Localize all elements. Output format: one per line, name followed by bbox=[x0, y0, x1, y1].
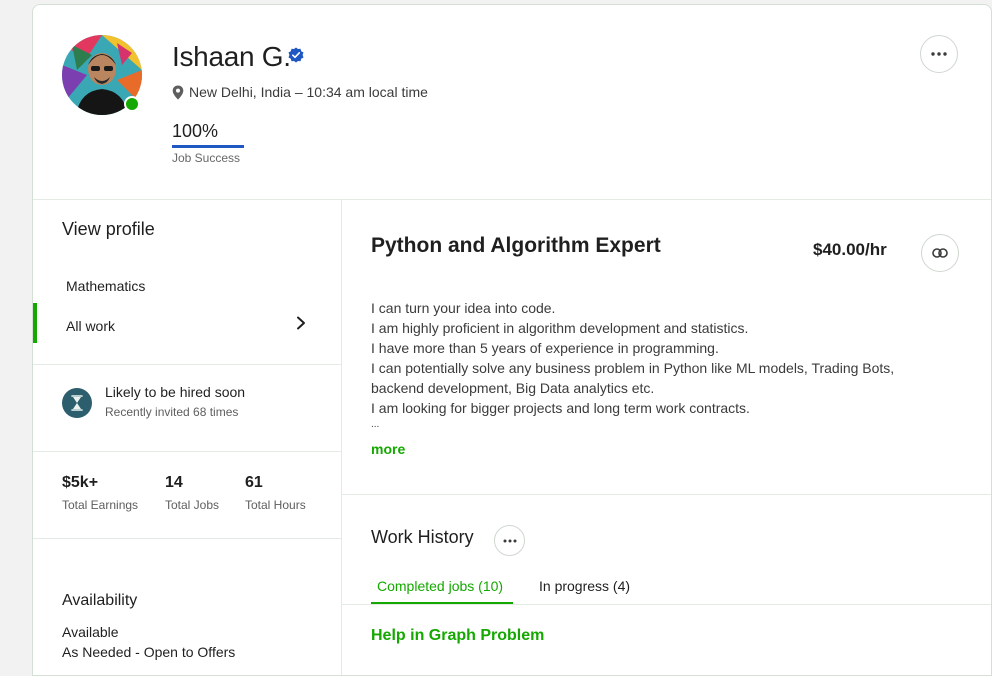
description-line: I am highly proficient in algorithm deve… bbox=[371, 320, 749, 336]
description-line: I can potentially solve any business pro… bbox=[371, 360, 895, 396]
link-icon bbox=[932, 248, 948, 258]
description-line: I can turn your idea into code. bbox=[371, 300, 556, 316]
profile-name: Ishaan G. bbox=[172, 41, 291, 72]
job-success-bar bbox=[172, 145, 244, 148]
stats-section: $5k+ Total Earnings 14 Total Jobs 61 Tot… bbox=[33, 452, 341, 539]
hourly-rate: $40.00/hr bbox=[813, 240, 887, 259]
profile-description: I can turn your idea into code. I am hig… bbox=[371, 298, 931, 432]
stat-total-hours: 61 Total Hours bbox=[245, 474, 306, 512]
stat-label: Total Earnings bbox=[62, 498, 139, 512]
active-indicator bbox=[33, 303, 37, 343]
job-success-label: Job Success bbox=[172, 151, 241, 165]
job-title-link[interactable]: Help in Graph Problem bbox=[371, 627, 544, 645]
sidebar-item-all-work[interactable]: All work bbox=[66, 318, 115, 334]
work-history-heading: Work History bbox=[371, 527, 474, 547]
copy-link-button[interactable] bbox=[921, 234, 959, 272]
profile-main: Python and Algorithm Expert $40.00/hr I … bbox=[342, 200, 991, 675]
location-row: New Delhi, India – 10:34 am local time bbox=[172, 84, 428, 100]
more-link[interactable]: more bbox=[371, 441, 405, 457]
chevron-right-icon[interactable] bbox=[295, 316, 307, 330]
stat-value: 14 bbox=[165, 474, 183, 491]
availability-detail: As Needed - Open to Offers bbox=[62, 644, 236, 660]
tab-in-progress[interactable]: In progress (4) bbox=[539, 578, 630, 594]
hire-title: Likely to be hired soon bbox=[105, 384, 246, 400]
job-success-value: 100% bbox=[172, 121, 219, 141]
stat-value: 61 bbox=[245, 474, 263, 491]
location-pin-icon bbox=[172, 85, 184, 99]
availability-heading: Availability bbox=[62, 592, 138, 609]
verified-badge-icon bbox=[288, 47, 304, 63]
profile-nav-section: View profile Mathematics All work bbox=[33, 200, 341, 365]
online-status-dot bbox=[124, 96, 140, 112]
description-ellipsis: ... bbox=[371, 419, 380, 430]
hourglass-icon bbox=[62, 388, 92, 418]
view-profile-heading: View profile bbox=[62, 219, 155, 239]
stat-label: Total Jobs bbox=[165, 498, 220, 512]
profile-header: Ishaan G. New Delhi, India – 10:34 am lo… bbox=[33, 5, 991, 200]
hire-signal-section: Likely to be hired soon Recently invited… bbox=[33, 365, 341, 452]
ellipsis-icon bbox=[931, 52, 947, 56]
sidebar-item-mathematics[interactable]: Mathematics bbox=[66, 278, 145, 294]
profile-card: Ishaan G. New Delhi, India – 10:34 am lo… bbox=[32, 4, 992, 676]
stat-total-jobs: 14 Total Jobs bbox=[165, 474, 219, 512]
profile-more-button[interactable] bbox=[920, 35, 958, 73]
description-line: I am looking for bigger projects and lon… bbox=[371, 400, 750, 416]
description-line: I have more than 5 years of experience i… bbox=[371, 340, 719, 356]
availability-status: Available bbox=[62, 624, 119, 640]
stat-total-earnings: $5k+ Total Earnings bbox=[62, 474, 138, 512]
location-text: New Delhi, India – 10:34 am local time bbox=[189, 84, 428, 100]
work-history-more-button[interactable] bbox=[494, 525, 525, 556]
stat-label: Total Hours bbox=[245, 498, 306, 512]
tab-completed-jobs[interactable]: Completed jobs (10) bbox=[377, 578, 503, 594]
job-success-bar-fill bbox=[172, 145, 244, 148]
ellipsis-icon bbox=[503, 539, 516, 542]
hire-subtitle: Recently invited 68 times bbox=[105, 405, 239, 419]
stat-value: $5k+ bbox=[62, 474, 99, 491]
divider bbox=[342, 494, 991, 495]
profile-sidebar: View profile Mathematics All work Likely… bbox=[33, 200, 342, 675]
tabs-divider bbox=[342, 604, 991, 605]
profile-title: Python and Algorithm Expert bbox=[371, 234, 661, 257]
